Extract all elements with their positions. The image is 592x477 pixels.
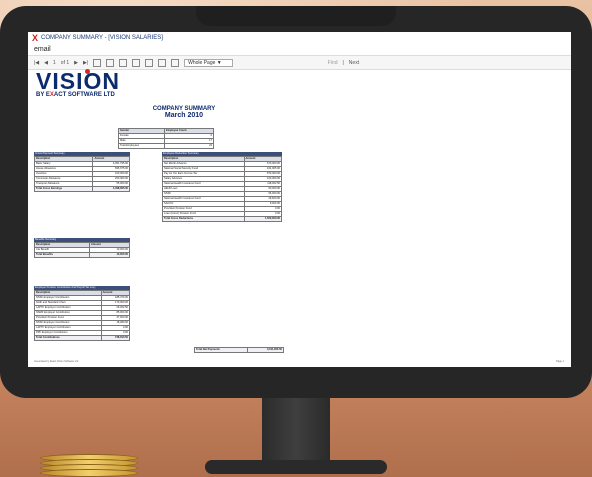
print-layout-icon[interactable] (145, 58, 154, 67)
find-link[interactable]: Find (328, 60, 338, 66)
monitor-notch (196, 6, 396, 26)
vision-logo: VISIO N BY EXACT SOFTWARE LTD (36, 68, 120, 98)
last-page-button[interactable]: ▶| (83, 60, 88, 66)
window-titlebar: X COMPANY SUMMARY - [VISION SALARIES] (28, 32, 571, 44)
table-total-row: Total Gross Earnings 4,498,065.00 (33, 186, 130, 192)
footer-right: Page 1 (556, 360, 564, 363)
employer-contribution-table: Employer Pension Contribution And Payrol… (34, 286, 131, 341)
monitor-stand-base (205, 460, 387, 474)
table-cell: 23 (163, 143, 215, 149)
table-total-row: Total Gross Deductions 1,500,000.00 (162, 216, 283, 222)
export-icon[interactable] (171, 58, 180, 67)
logo-text-b: N (102, 68, 120, 94)
logo-text-a: VISI (36, 68, 84, 94)
screen: X COMPANY SUMMARY - [VISION SALARIES] em… (28, 32, 571, 367)
table-caption: Benefits Summary (34, 238, 130, 242)
zoom-select[interactable]: Whole Page ▼ (184, 58, 233, 67)
logo-sub-a: BY E (36, 92, 50, 98)
net-payments-table: Total Net Payments 3,011,003.50 (193, 347, 284, 353)
logo-o-icon: O (83, 68, 103, 94)
table-total-cell: 4,498,065.00 (92, 186, 130, 192)
table-total-cell: Total Contributions (34, 335, 102, 341)
window-title: COMPANY SUMMARY - [VISION SALARIES] (41, 35, 163, 41)
table-total-cell: 738,810.50 (100, 335, 131, 341)
report-footer: Generated by Exact Vision Software Ltd P… (34, 360, 564, 363)
net-payments-value: 3,011,003.50 (247, 347, 284, 353)
benefits-table: Benefits Summary Description Amount Car Ben… (34, 238, 131, 258)
stop-icon[interactable] (93, 58, 102, 67)
table-total-cell: 1,500,000.00 (243, 216, 283, 222)
next-page-button[interactable]: ▶ (74, 60, 78, 66)
table-total-cell: Total Gross Earnings (33, 186, 94, 192)
toolbar-separator: | (342, 59, 344, 66)
deduction-table: Employee Deduction Summary Description Amo… (162, 152, 283, 222)
first-page-button[interactable]: |◀ (34, 60, 39, 66)
gross-payment-table: Gross Payment Summary Description Amount Ba… (33, 152, 130, 192)
monitor-bezel: X COMPANY SUMMARY - [VISION SALARIES] em… (0, 6, 592, 398)
table-total-row: Total Contributions 738,810.50 (34, 335, 131, 341)
table-row: Total Employees 23 (118, 143, 215, 149)
page-count: of 1 (60, 59, 70, 66)
monitor-stand-neck (262, 396, 330, 462)
zoom-value: Whole Page (188, 59, 216, 66)
table-total-cell: Total Gross Deductions (162, 216, 245, 222)
coin-stack (40, 452, 140, 477)
page-setup-icon[interactable] (158, 58, 167, 67)
table-caption: Employer Pension Contribution And Payrol… (34, 286, 130, 290)
print-icon[interactable] (132, 58, 141, 67)
table-total-cell: Total Benefits (34, 252, 90, 258)
menubar: email (28, 44, 571, 55)
report-title: COMPANY SUMMARY March 2010 (94, 106, 274, 119)
gender-table: Gender Employee Count Female 6 Male 17 Total E… (118, 128, 215, 149)
prev-page-button[interactable]: ◀ (44, 60, 48, 66)
net-payments-label: Total Net Payments (193, 347, 249, 353)
table-total-row: Total Benefits 10,000.00 (34, 252, 131, 258)
back-icon[interactable] (119, 58, 128, 67)
report-period: March 2010 (164, 112, 204, 119)
table-total-cell: 10,000.00 (88, 252, 131, 258)
footer-left: Generated by Exact Vision Software Ltd (34, 360, 79, 363)
chevron-down-icon: ▼ (216, 59, 222, 66)
refresh-icon[interactable] (106, 58, 115, 67)
table-caption: Gross Payment Summary (34, 152, 130, 156)
report-page: VISIO N BY EXACT SOFTWARE LTD COMPANY SUM… (33, 68, 564, 365)
page-number-input[interactable]: 1 (53, 60, 56, 66)
next-link[interactable]: Next (349, 60, 359, 66)
app-x-icon: X (32, 32, 39, 43)
menu-email[interactable]: email (34, 46, 51, 53)
table-caption: Employee Deduction Summary (162, 152, 282, 156)
table-cell: Total Employees (118, 143, 165, 149)
